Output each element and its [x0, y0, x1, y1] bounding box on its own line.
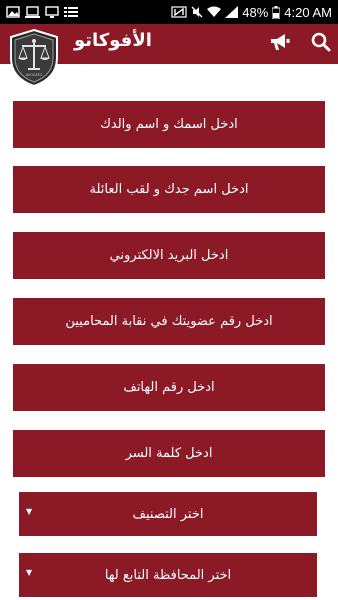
governorate-select[interactable]: ▼ اختر المحافظة التابع لها: [19, 553, 317, 597]
membership-number-field[interactable]: ادخل رقم عضويتك في نقابة المحاميين: [13, 298, 325, 345]
scales-of-justice-icon: AVOCATO: [10, 28, 58, 88]
password-placeholder: ادخل كلمة السر: [125, 446, 213, 461]
category-select[interactable]: ▼ اختر التصنيف: [19, 492, 317, 536]
list-notification-icon: [64, 7, 78, 17]
image-notification-icon: [6, 6, 20, 18]
category-select-label: اختر التصنيف: [132, 506, 204, 522]
monitor-notification-icon: [45, 6, 59, 18]
system-icons: 48% 4:20 AM: [171, 5, 332, 20]
nfc-icon: [171, 6, 187, 18]
logo-text: AVOCATO: [26, 73, 43, 77]
membership-number-placeholder: ادخل رقم عضويتك في نقابة المحاميين: [65, 314, 273, 329]
battery-percent: 48%: [242, 4, 269, 20]
chevron-down-icon: ▼: [26, 568, 33, 577]
mute-icon: [191, 6, 203, 18]
governorate-select-label: اختر المحافظة التابع لها: [104, 567, 232, 583]
password-field[interactable]: ادخل كلمة السر: [13, 430, 325, 477]
family-name-field[interactable]: ادخل اسم جدك و لقب العائلة: [13, 166, 325, 213]
signal-icon: [225, 6, 239, 18]
full-name-placeholder: ادخل اسمك و اسم والدك: [100, 117, 238, 132]
family-name-placeholder: ادخل اسم جدك و لقب العائلة: [89, 182, 249, 197]
notification-icons: [6, 6, 78, 18]
app-title: الأفوكاتو: [74, 30, 152, 51]
chevron-down-icon: ▼: [26, 507, 33, 516]
laptop-notification-icon: [25, 6, 40, 18]
full-name-field[interactable]: ادخل اسمك و اسم والدك: [13, 101, 325, 148]
megaphone-icon[interactable]: [269, 32, 291, 52]
search-icon[interactable]: [311, 32, 331, 52]
app-logo: AVOCATO: [8, 28, 60, 88]
status-bar: 48% 4:20 AM: [0, 0, 338, 24]
email-field[interactable]: ادخل البريد الالكتروني: [13, 232, 325, 279]
clock: 4:20 AM: [284, 4, 332, 20]
battery-icon: [272, 5, 281, 19]
wifi-icon: [207, 6, 222, 17]
phone-field[interactable]: ادخل رقم الهاتف: [13, 364, 325, 411]
email-placeholder: ادخل البريد الالكتروني: [109, 248, 229, 263]
phone-placeholder: ادخل رقم الهاتف: [123, 380, 215, 395]
